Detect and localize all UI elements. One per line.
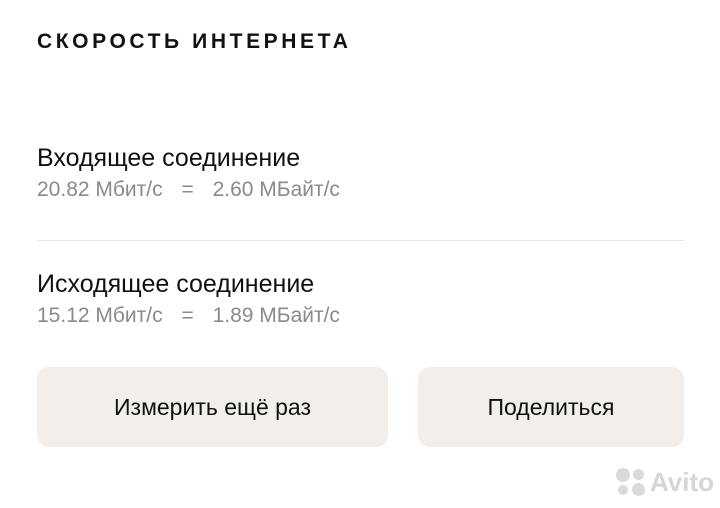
incoming-speed-mbit: 20.82 Мбит/с [37, 178, 163, 201]
incoming-speed-mbyte: 2.60 МБайт/с [212, 178, 340, 201]
outgoing-speed: 15.12 Мбит/с = 1.89 МБайт/с [37, 303, 684, 329]
measure-again-button[interactable]: Измерить ещё раз [37, 367, 388, 447]
incoming-connection-label: Входящее соединение [37, 144, 301, 172]
outgoing-speed-mbit: 15.12 Мбит/с [37, 304, 163, 327]
outgoing-speed-mbyte: 1.89 МБайт/с [212, 304, 340, 327]
page-title: СКОРОСТЬ ИНТЕРНЕТА [37, 30, 352, 53]
outgoing-equals: = [181, 304, 194, 327]
incoming-speed: 20.82 Мбит/с = 2.60 МБайт/с [37, 177, 684, 203]
share-button[interactable]: Поделиться [418, 367, 684, 447]
outgoing-connection: Исходящее соединение 15.12 Мбит/с = 1.89 М… [37, 269, 684, 329]
avito-watermark-text: Avito [649, 467, 714, 497]
avito-logo-icon [615, 467, 646, 498]
divider [37, 240, 684, 241]
incoming-equals: = [181, 178, 194, 201]
avito-watermark: Avito [615, 467, 714, 498]
incoming-connection: Входящее соединение 20.82 Мбит/с = 2.60 МБ… [37, 143, 684, 203]
outgoing-connection-label: Исходящее соединение [37, 270, 315, 298]
